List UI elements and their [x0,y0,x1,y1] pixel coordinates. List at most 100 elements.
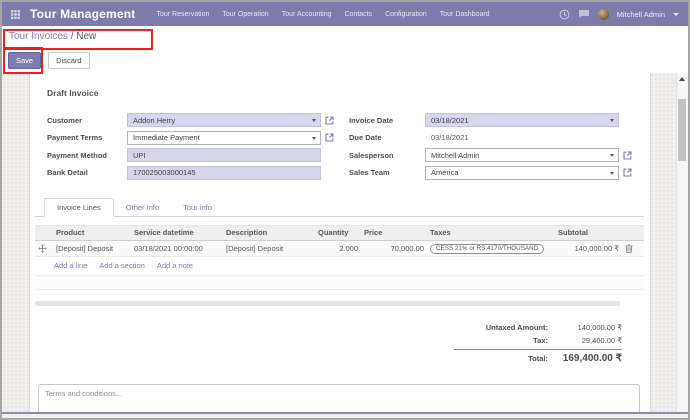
menu-item-tour-operation[interactable]: Tour Operation [222,11,268,18]
menu-item-tour-accounting[interactable]: Tour Accounting [282,11,332,18]
payment-method-input[interactable]: UPI [127,148,321,162]
sales-team-external-link-icon[interactable] [619,168,635,177]
payment-terms-label: Payment Terms [47,133,127,142]
add-a-section-link[interactable]: Add a section [99,261,144,270]
due-date-value: 03/18/2021 [425,133,619,142]
row-drag-handle[interactable] [35,240,53,257]
salesperson-select[interactable]: Mitchell Admin [425,148,619,162]
scroll-up-arrow-icon[interactable] [679,77,685,81]
empty-line-row [35,276,644,290]
control-panel: Tour Invoices / New Save Discard [2,26,688,74]
bank-detail-label: Bank Detail [47,168,127,177]
trash-icon [625,244,633,253]
breadcrumb-current: / New [68,31,96,42]
salesperson-label: Salesperson [349,151,425,160]
app-title: Tour Management [30,7,135,21]
cell-description[interactable]: [Deposit] Deposit [223,240,315,257]
tab-tour-info[interactable]: Tour info [171,199,224,216]
handle-column-header [35,225,53,240]
payment-terms-caret-icon [312,137,316,140]
totals-block: Untaxed Amount: 140,000.00 ₹ Tax: 29,400… [454,321,622,366]
menu-item-tour-dashboard[interactable]: Tour Dashboard [440,11,490,18]
line-add-links: Add a line Add a section Add a note [35,257,644,276]
tab-invoice-lines[interactable]: Invoice Lines [44,198,114,217]
untaxed-amount-row: Untaxed Amount: 140,000.00 ₹ [454,321,622,334]
cell-price[interactable]: 70,000.00 [361,240,427,257]
tax-row: Tax: 29,400.00 ₹ [454,334,622,347]
customer-label: Customer [47,116,127,125]
sales-team-value: America [431,168,459,177]
payment-terms-external-link-icon[interactable] [321,133,337,142]
field-grid: Customer Addon Herry Invoice Date 03/18/… [47,113,650,180]
tax-label: Tax: [533,336,548,345]
user-menu-name[interactable]: Mitchell Admin [617,10,665,19]
tab-other-info[interactable]: Other Info [114,199,171,216]
due-date-label: Due Date [349,133,425,142]
total-label: Total: [528,354,548,363]
invoice-date-input[interactable]: 03/18/2021 [425,113,619,127]
add-a-line-link[interactable]: Add a line [54,261,87,270]
col-description[interactable]: Description [223,225,315,240]
table-header-row: Product Service datetime Description Qua… [35,225,644,240]
breadcrumb-parent-link[interactable]: Tour Invoices [9,31,68,42]
notebook-tabs: Invoice Lines Other Info Tour info [35,197,644,217]
user-menu-caret-icon[interactable] [673,13,679,16]
payment-method-label: Payment Method [47,151,127,160]
activities-clock-icon[interactable] [559,9,570,20]
col-product[interactable]: Product [53,225,131,240]
invoice-date-label: Invoice Date [349,116,425,125]
content-background: Draft Invoice Customer Addon Herry Invoi… [2,73,688,412]
menu-item-configuration[interactable]: Configuration [385,11,427,18]
untaxed-amount-value: 140,000.00 ₹ [548,323,622,332]
invoice-date-caret-icon [610,119,614,122]
sales-team-caret-icon [610,172,614,175]
invoice-form-sheet: Draft Invoice Customer Addon Herry Invoi… [29,73,651,412]
invoice-date-value: 03/18/2021 [431,116,469,125]
bank-detail-value: 170025003000145 [133,168,196,177]
total-row: Total: 169,400.00 ₹ [454,349,622,366]
payment-terms-select[interactable]: Immediate Payment [127,131,321,145]
cell-subtotal: 140,000.00 ₹ [555,240,622,257]
action-buttons: Save Discard [8,52,90,69]
col-quantity[interactable]: Quantity [315,225,361,240]
col-service-datetime[interactable]: Service datetime [131,225,223,240]
user-avatar[interactable] [598,9,609,20]
col-subtotal[interactable]: Subtotal [555,225,622,240]
topbar-right-group: Mitchell Admin [559,9,679,20]
customer-select[interactable]: Addon Herry [127,113,321,127]
cell-quantity[interactable]: 2.000 [315,240,361,257]
col-price[interactable]: Price [361,225,427,240]
add-a-note-link[interactable]: Add a note [157,261,193,270]
payment-terms-value: Immediate Payment [133,133,200,142]
menu-item-tour-reservation[interactable]: Tour Reservation [156,11,209,18]
cell-service-datetime[interactable]: 03/18/2021 00:00:00 [131,240,223,257]
customer-external-link-icon[interactable] [321,116,337,125]
customer-caret-icon [312,119,316,122]
salesperson-external-link-icon[interactable] [619,151,635,160]
vertical-scrollbar[interactable] [676,73,688,412]
top-nav-bar: Tour Management Tour Reservation Tour Op… [2,2,688,26]
row-delete-cell[interactable] [622,240,644,257]
discard-button[interactable]: Discard [48,52,89,69]
save-button[interactable]: Save [8,52,41,69]
sales-team-select[interactable]: America [425,166,619,180]
breadcrumb: Tour Invoices / New [9,31,96,42]
col-taxes[interactable]: Taxes [427,225,555,240]
apps-grid-icon[interactable] [11,10,20,19]
cell-product[interactable]: [Deposit] Deposit [53,240,131,257]
bank-detail-input[interactable]: 170025003000145 [127,166,321,180]
tax-value: 29,400.00 ₹ [548,336,622,345]
untaxed-amount-label: Untaxed Amount: [486,323,548,332]
tax-tag[interactable]: CESS 21% or RS.4170/THOUSAND [430,244,544,254]
main-menu: Tour Reservation Tour Operation Tour Acc… [156,11,489,18]
messages-chat-icon[interactable] [578,9,590,19]
scrollbar-thumb[interactable] [678,99,686,161]
terms-and-conditions-input[interactable] [38,384,640,412]
table-horizontal-scrollbar[interactable] [35,301,620,306]
menu-item-contacts[interactable]: Contacts [345,11,373,18]
delete-column-header [622,225,644,240]
invoice-lines-table: Product Service datetime Description Qua… [35,225,644,258]
cell-taxes[interactable]: CESS 21% or RS.4170/THOUSAND [427,240,555,257]
customer-value: Addon Herry [133,116,175,125]
table-row[interactable]: [Deposit] Deposit 03/18/2021 00:00:00 [D… [35,240,644,257]
